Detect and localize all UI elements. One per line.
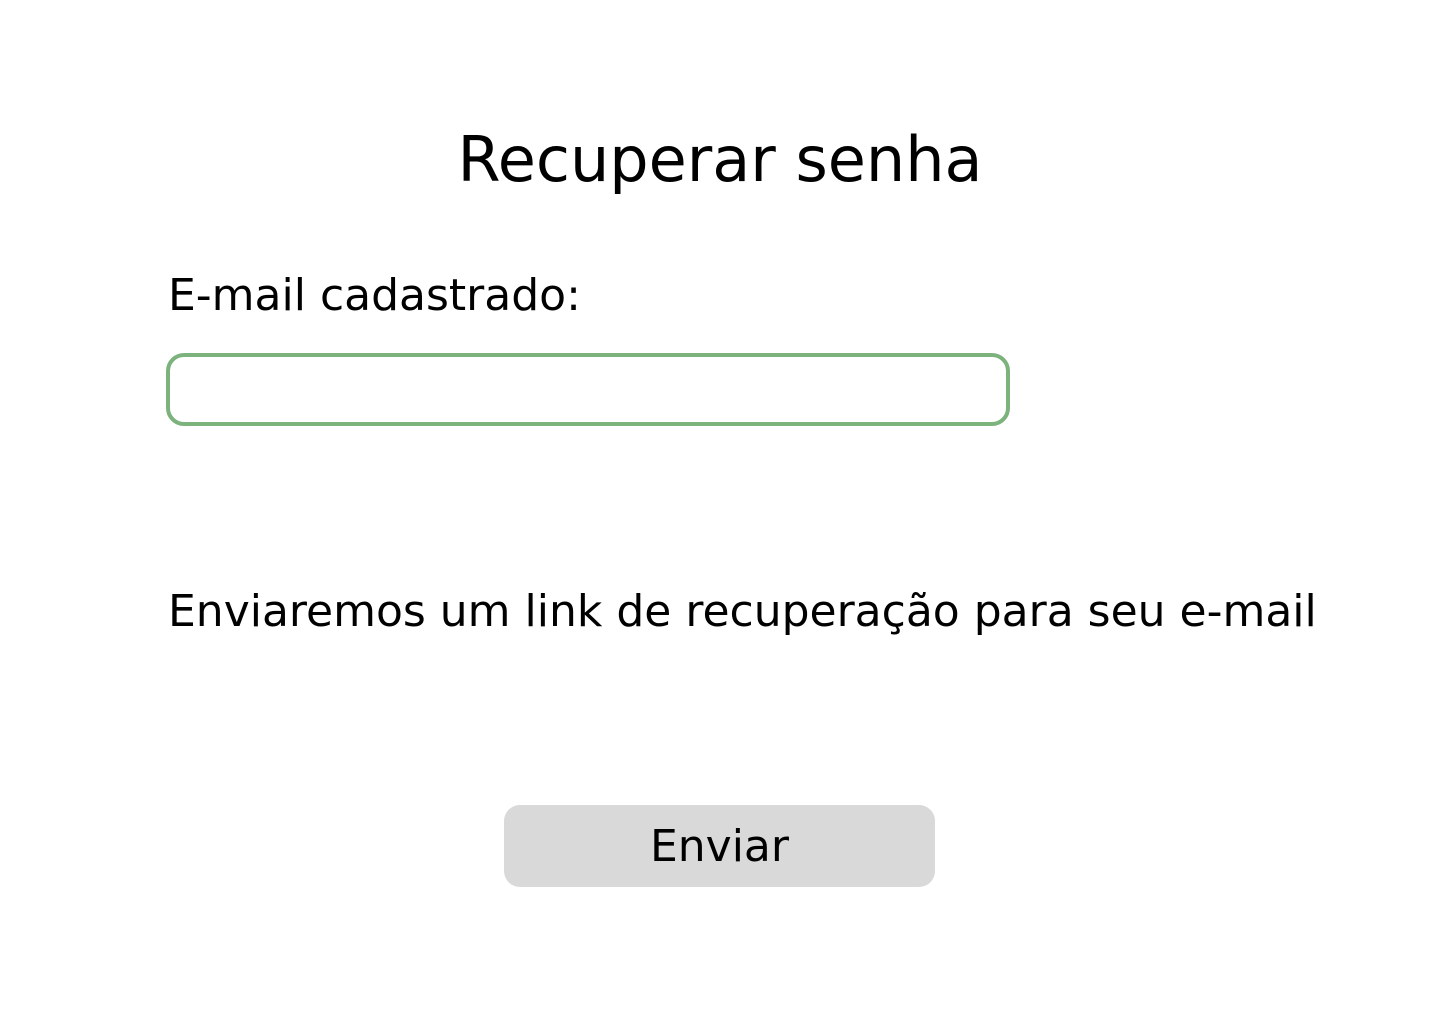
- page-title: Recuperar senha: [457, 123, 983, 196]
- email-field[interactable]: [166, 353, 1010, 426]
- recovery-info-text: Enviaremos um link de recuperação para s…: [168, 586, 1317, 637]
- email-label: E-mail cadastrado:: [168, 270, 581, 321]
- send-button[interactable]: Enviar: [504, 805, 935, 887]
